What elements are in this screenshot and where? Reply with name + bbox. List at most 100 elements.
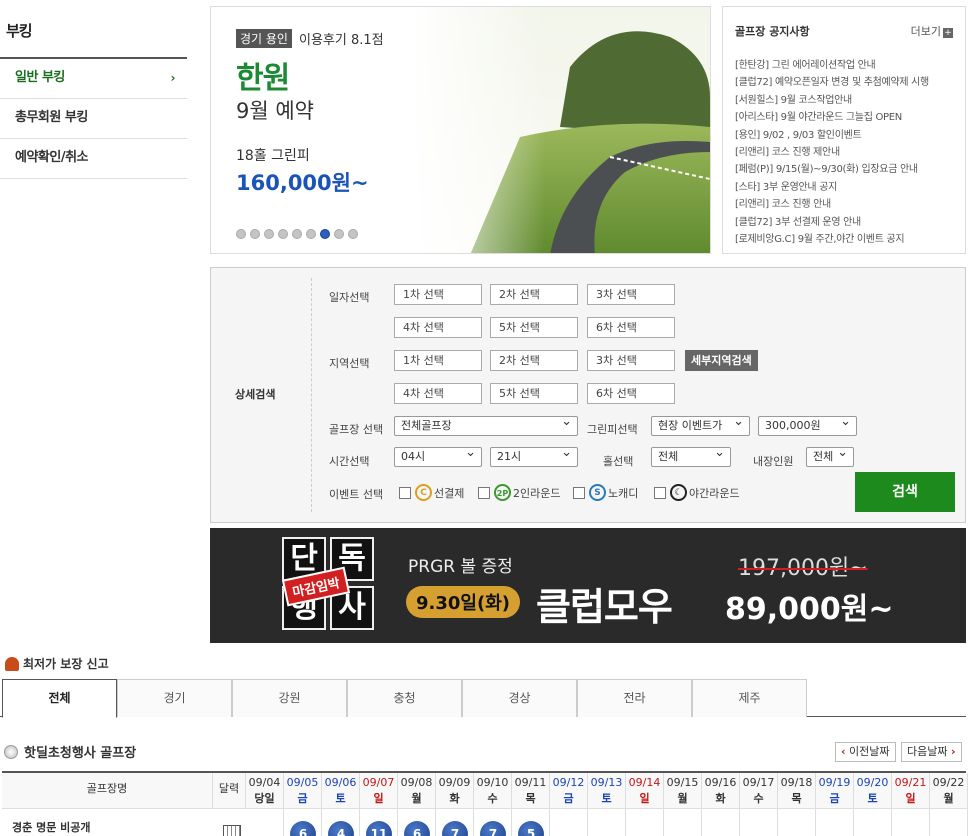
prev-date-button[interactable]: ‹ 이전날짜 bbox=[835, 742, 896, 762]
date-column-header[interactable]: 09/04 당일 bbox=[246, 773, 284, 809]
carousel-dot[interactable] bbox=[264, 229, 274, 239]
lowest-price-report[interactable]: 최저가 보장 신고 bbox=[5, 655, 109, 672]
players-select[interactable]: 전체 bbox=[806, 444, 854, 467]
event-option-prepay[interactable]: C 선결제 bbox=[399, 484, 464, 501]
date-column-header[interactable]: 09/12 금 bbox=[550, 773, 588, 809]
notice-item[interactable]: [아리스타] 9월 야간라운드 그늘집 OPEN bbox=[735, 109, 953, 126]
region-slot-4[interactable]: 4차 선택 bbox=[394, 383, 482, 404]
date-slot-2[interactable]: 2차 선택 bbox=[490, 284, 578, 305]
event-option-night-round[interactable]: ☾ 야간라운드 bbox=[654, 484, 740, 501]
date-column-header[interactable]: 09/16 화 bbox=[702, 773, 740, 809]
fee-amount-select[interactable]: 300,000원 bbox=[758, 413, 857, 436]
sidebar-item-general-booking[interactable]: 일반 부킹 › bbox=[0, 59, 187, 99]
region-tab[interactable]: 충청 bbox=[347, 679, 462, 717]
date-column-header[interactable]: 09/17 수 bbox=[740, 773, 778, 809]
carousel-dot[interactable] bbox=[348, 229, 358, 239]
region-tab[interactable]: 경상 bbox=[462, 679, 577, 717]
notice-item[interactable]: [용인] 9/02 , 9/03 할인이벤트 bbox=[735, 127, 953, 144]
next-date-button[interactable]: 다음날짜 › bbox=[901, 742, 962, 762]
date-cell[interactable] bbox=[246, 809, 284, 836]
search-button[interactable]: 검색 bbox=[855, 472, 955, 512]
region-slot-2[interactable]: 2차 선택 bbox=[490, 350, 578, 371]
notice-item[interactable]: [로제비앙G.C] 9월 주간,야간 이벤트 공지 bbox=[735, 231, 953, 248]
date-slot-1[interactable]: 1차 선택 bbox=[394, 284, 482, 305]
event-option-two-round[interactable]: 2P 2인라운드 bbox=[478, 484, 560, 501]
date-column-header[interactable]: 09/09 화 bbox=[436, 773, 474, 809]
event-option-no-caddie[interactable]: S 노캐디 bbox=[573, 484, 638, 501]
event-label: 노캐디 bbox=[608, 486, 639, 500]
notice-item[interactable]: [페럼(P)] 9/15(월)~9/30(화) 입장요금 안내 bbox=[735, 161, 953, 178]
calendar-icon[interactable] bbox=[223, 825, 241, 836]
carousel-dot[interactable] bbox=[292, 229, 302, 239]
notice-more-link[interactable]: 더보기 + bbox=[911, 23, 953, 39]
sidebar-item-reservation-check[interactable]: 예약확인/취소 bbox=[0, 139, 187, 179]
featured-course-banner[interactable]: 경기 용인 이용후기 8.1점 한원 9월 예약 18홀 그린피 160,000… bbox=[210, 6, 711, 254]
notice-item[interactable]: [서원힐스] 9월 코스작업안내 bbox=[735, 92, 953, 109]
checkbox[interactable] bbox=[573, 486, 585, 499]
date-column-header[interactable]: 09/20 토 bbox=[854, 773, 892, 809]
date-column-header[interactable]: 09/06 토 bbox=[322, 773, 360, 809]
date-cell[interactable] bbox=[816, 809, 854, 836]
region-tab[interactable]: 강원 bbox=[232, 679, 347, 717]
carousel-dot[interactable] bbox=[250, 229, 260, 239]
date-column-header[interactable]: 09/07 일 bbox=[360, 773, 398, 809]
date-cell[interactable] bbox=[550, 809, 588, 836]
region-tab[interactable]: 전라 bbox=[577, 679, 692, 717]
notice-item[interactable]: [클럽72] 3부 선결제 운영 안내 bbox=[735, 214, 953, 231]
time-from-select[interactable]: 04시 bbox=[394, 444, 482, 467]
date-cell[interactable] bbox=[664, 809, 702, 836]
fee-type-select[interactable]: 현장 이벤트가 bbox=[651, 413, 750, 436]
region-tab[interactable]: 제주 bbox=[692, 679, 807, 717]
notice-item[interactable]: [한탄강] 그린 에어레이션작업 안내 bbox=[735, 57, 953, 74]
date-cell[interactable] bbox=[702, 809, 740, 836]
date-column-header[interactable]: 09/15 월 bbox=[664, 773, 702, 809]
checkbox[interactable] bbox=[478, 486, 490, 499]
time-select-label: 시간선택 bbox=[329, 455, 370, 468]
checkbox[interactable] bbox=[654, 486, 666, 499]
date-cell[interactable] bbox=[778, 809, 816, 836]
date-cell[interactable] bbox=[854, 809, 892, 836]
course-select[interactable]: 전체골프장 bbox=[394, 413, 578, 436]
date-column-header[interactable]: 09/22 월 bbox=[930, 773, 968, 809]
date-cell[interactable] bbox=[626, 809, 664, 836]
date-column-header[interactable]: 09/10 수 bbox=[474, 773, 512, 809]
sidebar-item-manager-booking[interactable]: 총무회원 부킹 bbox=[0, 99, 187, 139]
notice-item[interactable]: [리앤리] 코스 진행 제안내 bbox=[735, 144, 953, 161]
checkbox[interactable] bbox=[399, 486, 411, 499]
date-column-header[interactable]: 09/19 금 bbox=[816, 773, 854, 809]
region-slot-5[interactable]: 5차 선택 bbox=[490, 383, 578, 404]
date-column-header[interactable]: 09/11 목 bbox=[512, 773, 550, 809]
hole-select[interactable]: 전체 bbox=[651, 444, 731, 467]
date-column-header[interactable]: 09/13 토 bbox=[588, 773, 626, 809]
carousel-dot[interactable] bbox=[320, 229, 330, 239]
region-slot-1[interactable]: 1차 선택 bbox=[394, 350, 482, 371]
promo-banner[interactable]: 단 독 행 사 마감임박 PRGR 볼 증정 9.30일(화) 클럽모우 197… bbox=[210, 528, 966, 643]
date-column-header[interactable]: 09/21 일 bbox=[892, 773, 930, 809]
region-slot-6[interactable]: 6차 선택 bbox=[587, 383, 675, 404]
date-column-header[interactable]: 09/05 금 bbox=[284, 773, 322, 809]
carousel-dot[interactable] bbox=[334, 229, 344, 239]
date-slot-5[interactable]: 5차 선택 bbox=[490, 317, 578, 338]
time-to-select[interactable]: 21시 bbox=[490, 444, 578, 467]
date-slot-3[interactable]: 3차 선택 bbox=[587, 284, 675, 305]
notice-item[interactable]: [클럽72] 예약오픈일자 변경 및 추첨예약제 시행 bbox=[735, 74, 953, 91]
date-slot-4[interactable]: 4차 선택 bbox=[394, 317, 482, 338]
date-slot-6[interactable]: 6차 선택 bbox=[587, 317, 675, 338]
course-row-name[interactable]: 경춘 명문 비공개 bbox=[12, 819, 91, 835]
date-cell[interactable] bbox=[588, 809, 626, 836]
region-slot-3[interactable]: 3차 선택 bbox=[587, 350, 675, 371]
date-cell[interactable] bbox=[930, 809, 968, 836]
notice-item[interactable]: [스타] 3부 운영안내 공지 bbox=[735, 179, 953, 196]
date-column-header[interactable]: 09/18 목 bbox=[778, 773, 816, 809]
notice-item[interactable]: [리앤리] 코스 진행 안내 bbox=[735, 196, 953, 213]
carousel-dot[interactable] bbox=[278, 229, 288, 239]
region-tab[interactable]: 전체 bbox=[2, 679, 117, 718]
date-cell[interactable] bbox=[740, 809, 778, 836]
carousel-dot[interactable] bbox=[236, 229, 246, 239]
carousel-dot[interactable] bbox=[306, 229, 316, 239]
date-cell[interactable] bbox=[892, 809, 930, 836]
date-column-header[interactable]: 09/14 일 bbox=[626, 773, 664, 809]
date-column-header[interactable]: 09/08 월 bbox=[398, 773, 436, 809]
detail-region-search-button[interactable]: 세부지역검색 bbox=[685, 350, 758, 371]
region-tab[interactable]: 경기 bbox=[117, 679, 232, 717]
